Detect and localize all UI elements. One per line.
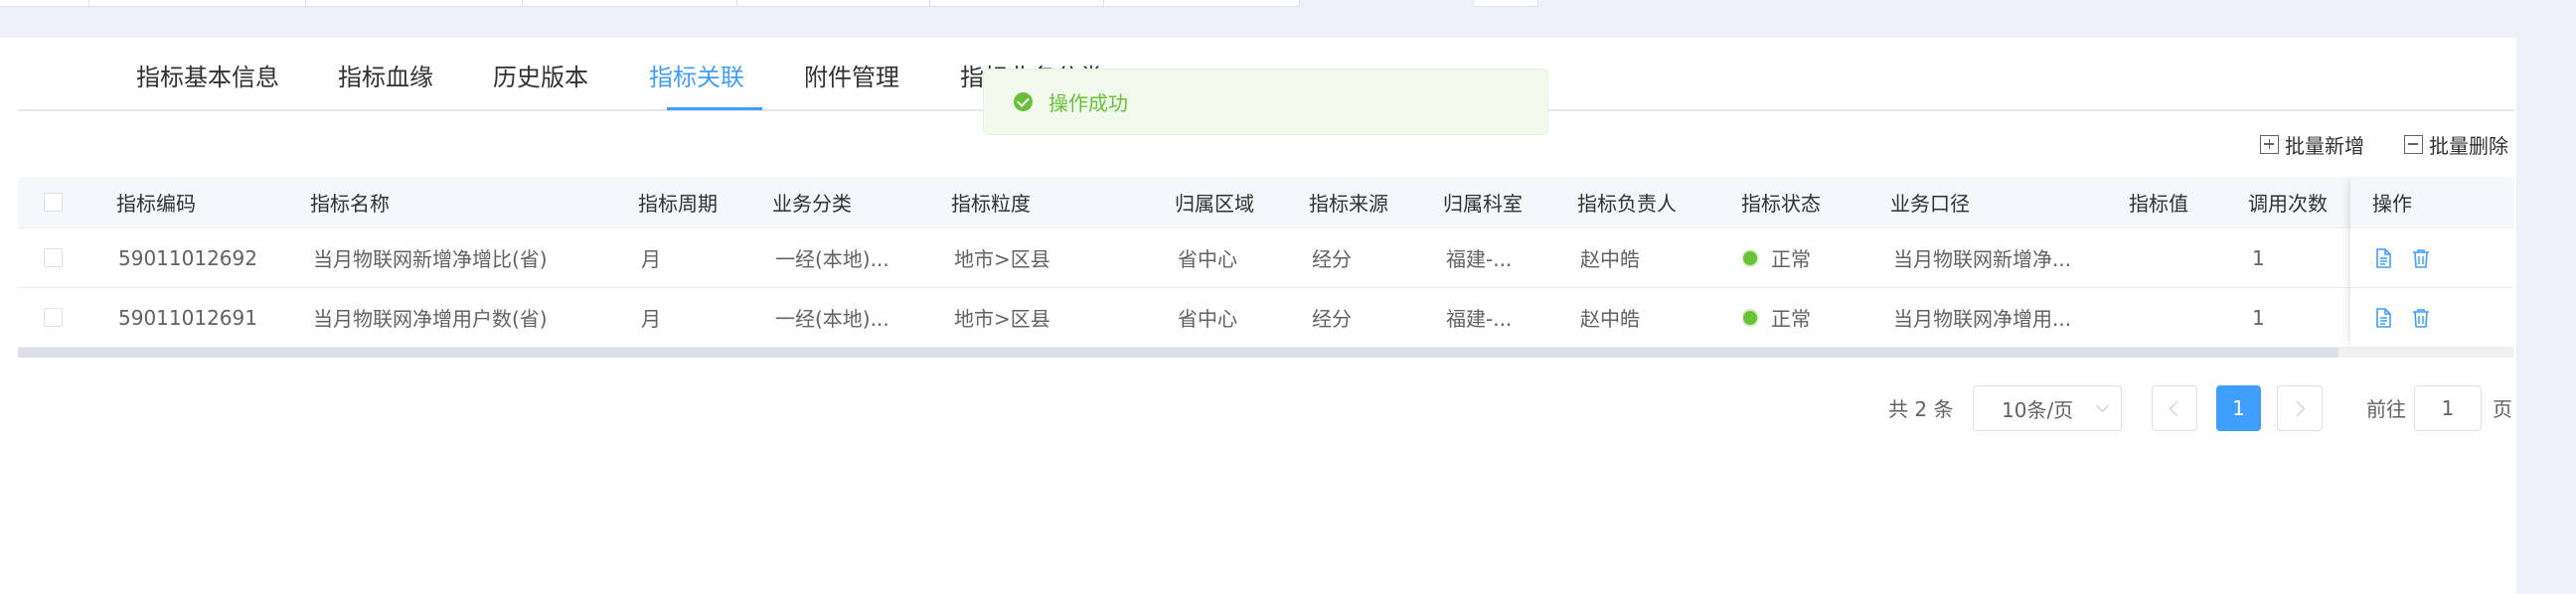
trash-icon[interactable] — [2410, 307, 2432, 329]
select-all-checkbox[interactable] — [44, 193, 63, 212]
page-size-value: 10条/页 — [2002, 397, 2074, 422]
tab-association[interactable]: 指标关联 — [649, 58, 744, 92]
active-tab-indicator — [667, 107, 762, 110]
batch-delete-label: 批量删除 — [2429, 133, 2508, 158]
document-icon[interactable] — [2372, 307, 2394, 329]
row-checkbox[interactable] — [44, 308, 63, 327]
col-header[interactable]: 指标编码 — [116, 177, 196, 227]
cell-granularity: 地市>区县 — [954, 307, 1050, 331]
col-header[interactable]: 归属区域 — [1175, 177, 1254, 227]
cell-dept: 福建-... — [1446, 307, 1513, 331]
cell-region: 省中心 — [1178, 307, 1237, 331]
horizontal-scrollbar-thumb[interactable] — [18, 348, 2338, 358]
cell-region: 省中心 — [1178, 247, 1237, 271]
col-header[interactable]: 指标负责人 — [1577, 177, 1677, 227]
col-header[interactable]: 归属科室 — [1443, 177, 1523, 227]
cell-period: 月 — [641, 247, 661, 271]
tab-attachments[interactable]: 附件管理 — [804, 58, 899, 92]
cell-source: 经分 — [1312, 307, 1352, 331]
batch-add-button[interactable]: 批量新增 — [2260, 129, 2364, 159]
prev-tab[interactable] — [737, 0, 930, 7]
cell-calls: 1 — [2252, 245, 2265, 270]
plus-square-icon — [2260, 134, 2279, 154]
minus-square-icon — [2404, 134, 2423, 154]
col-header: 操作 — [2350, 177, 2514, 228]
page-size-select[interactable]: 10条/页 — [1973, 385, 2122, 431]
col-header[interactable]: 指标周期 — [638, 177, 718, 227]
row-select-cell — [44, 228, 68, 287]
cell-code: 59011012691 — [118, 305, 257, 330]
check-circle-icon — [1014, 92, 1033, 111]
prev-tab[interactable] — [0, 0, 89, 7]
goto-label: 前往 — [2366, 396, 2406, 421]
trash-icon[interactable] — [2410, 247, 2432, 269]
col-header[interactable]: 指标名称 — [310, 177, 390, 227]
batch-delete-button[interactable]: 批量删除 — [2404, 129, 2508, 159]
cell-dept: 福建-... — [1446, 247, 1513, 271]
prev-tab[interactable] — [1104, 0, 1300, 7]
chevron-down-icon — [2096, 399, 2109, 412]
cell-granularity: 地市>区县 — [954, 247, 1050, 271]
col-header[interactable]: 业务分类 — [772, 177, 852, 227]
chevron-left-icon — [2169, 400, 2185, 417]
cell-status: 正常 — [1743, 288, 1811, 347]
page-number-current[interactable]: 1 — [2216, 385, 2261, 431]
prev-tab[interactable] — [1475, 0, 1538, 7]
tab-basic-info[interactable]: 指标基本信息 — [136, 58, 279, 92]
cell-caliber: 当月物联网净增用... — [1893, 307, 2072, 331]
prev-tab[interactable] — [306, 0, 523, 7]
cell-owner: 赵中皓 — [1580, 247, 1640, 271]
tab-history[interactable]: 历史版本 — [493, 58, 588, 92]
top-tab-strip — [0, 0, 2576, 8]
cell-category: 一经(本地)... — [775, 307, 889, 331]
status-dot-icon — [1743, 250, 1757, 265]
cell-name: 当月物联网净增用户数(省) — [313, 307, 548, 331]
operation-cell — [2350, 288, 2514, 348]
row-select-cell — [44, 288, 68, 347]
col-header[interactable]: 指标粒度 — [951, 177, 1031, 227]
toast-message: 操作成功 — [1048, 91, 1128, 115]
cell-period: 月 — [641, 307, 661, 331]
status-dot-icon — [1743, 310, 1757, 325]
chevron-right-icon — [2289, 400, 2306, 417]
col-header[interactable]: 指标状态 — [1741, 177, 1821, 227]
prev-tab[interactable] — [523, 0, 737, 7]
col-header[interactable]: 调用次数 — [2248, 177, 2328, 227]
prev-tab[interactable] — [89, 0, 306, 7]
cell-status: 正常 — [1743, 228, 1811, 287]
table-header: 指标编码 指标名称 指标周期 业务分类 指标粒度 归属区域 指标来源 归属科室 … — [18, 177, 2514, 228]
page-suffix: 页 — [2493, 396, 2512, 421]
cell-code: 59011012692 — [118, 245, 257, 270]
row-checkbox[interactable] — [44, 248, 63, 267]
table-row[interactable]: 59011012691 当月物联网净增用户数(省) 月 一经(本地)... 地市… — [18, 288, 2514, 348]
table-row[interactable]: 59011012692 当月物联网新增净增比(省) 月 一经(本地)... 地市… — [18, 228, 2514, 288]
pagination-total: 共 2 条 — [1888, 396, 1954, 421]
goto-page-input[interactable] — [2414, 385, 2482, 431]
col-header[interactable]: 指标值 — [2129, 177, 2188, 227]
select-all-cell — [44, 177, 68, 227]
prev-tab[interactable] — [930, 0, 1104, 7]
operation-cell — [2350, 228, 2514, 288]
cell-source: 经分 — [1312, 247, 1352, 271]
cell-name: 当月物联网新增净增比(省) — [313, 247, 548, 271]
batch-add-label: 批量新增 — [2285, 133, 2364, 158]
next-page-button[interactable] — [2277, 385, 2323, 431]
cell-caliber: 当月物联网新增净... — [1893, 247, 2072, 271]
success-toast: 操作成功 — [983, 69, 1548, 135]
status-text: 正常 — [1771, 247, 1811, 271]
operation-column: 操作 — [2350, 177, 2514, 348]
cell-owner: 赵中皓 — [1580, 307, 1640, 331]
cell-category: 一经(本地)... — [775, 247, 889, 271]
cell-calls: 1 — [2252, 305, 2265, 330]
col-header[interactable]: 指标来源 — [1309, 177, 1388, 227]
tab-lineage[interactable]: 指标血缘 — [338, 58, 433, 92]
status-text: 正常 — [1771, 307, 1811, 331]
col-header[interactable]: 业务口径 — [1890, 177, 1970, 227]
prev-page-button[interactable] — [2152, 385, 2197, 431]
document-icon[interactable] — [2372, 247, 2394, 269]
